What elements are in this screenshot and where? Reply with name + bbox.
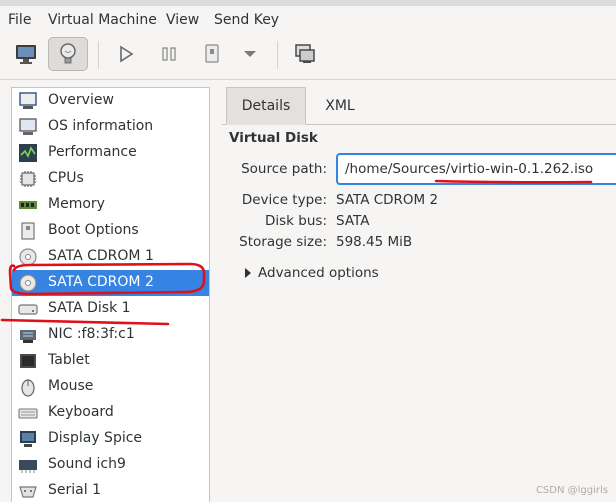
serial-icon	[19, 486, 37, 498]
mouse-icon	[21, 379, 35, 397]
sidebar-item-label: Memory	[48, 196, 105, 212]
menu-file[interactable]: File	[8, 12, 31, 28]
nic-icon	[20, 330, 36, 343]
overview-icon	[19, 92, 37, 109]
toolbar-separator	[277, 41, 278, 69]
os-info-icon	[19, 118, 37, 135]
sidebar-item-tablet[interactable]: Tablet	[12, 348, 209, 374]
storage-size-value: 598.45 MiB	[336, 234, 413, 250]
sidebar-item-label: SATA CDROM 2	[48, 274, 154, 290]
performance-icon	[19, 144, 37, 162]
advanced-options-expander[interactable]: Advanced options	[245, 265, 379, 281]
menu-view[interactable]: View	[166, 12, 199, 28]
sidebar-item-label: Keyboard	[48, 404, 114, 420]
disk-icon	[18, 304, 38, 315]
sidebar-item-label: SATA Disk 1	[48, 300, 131, 316]
details-button[interactable]	[48, 37, 88, 71]
sidebar-item-label: Display Spice	[48, 430, 143, 446]
sidebar-item-label: Serial 1	[48, 482, 101, 498]
screens-button[interactable]	[286, 37, 324, 71]
dropdown-icon	[244, 51, 256, 57]
sidebar-item-label: OS information	[48, 118, 154, 134]
sidebar-item-boot-options[interactable]: Boot Options	[12, 218, 209, 244]
hardware-list: Overview OS information Performance CPUs Mem…	[11, 87, 210, 502]
cpu-icon	[20, 171, 36, 187]
sidebar-item-display-spice[interactable]: Display Spice	[12, 426, 209, 452]
menubar: File Virtual Machine View Send Key	[0, 6, 616, 33]
sidebar-item-label: Tablet	[48, 352, 90, 368]
sidebar-item-sata-cdrom-2[interactable]: SATA CDROM 2	[12, 270, 209, 296]
monitor-icon	[16, 45, 36, 64]
expander-arrow-icon	[245, 268, 251, 278]
screens-icon	[295, 44, 315, 63]
disk-bus-label: Disk bus:	[265, 213, 327, 229]
keyboard-icon	[18, 408, 38, 419]
pane-divider[interactable]	[212, 80, 222, 502]
sidebar-item-serial-1[interactable]: Serial 1	[12, 478, 209, 502]
shutdown-menu-button[interactable]	[232, 37, 268, 71]
pause-button[interactable]	[150, 37, 188, 71]
tab-bar: Details XML	[222, 87, 616, 125]
sidebar-item-sata-cdrom-1[interactable]: SATA CDROM 1	[12, 244, 209, 270]
sidebar-item-nic-f8-3f-c1[interactable]: NIC :f8:3f:c1	[12, 322, 209, 348]
sidebar-item-label: Overview	[48, 92, 114, 108]
sidebar-item-sata-disk-1[interactable]: SATA Disk 1	[12, 296, 209, 322]
memory-icon	[19, 201, 37, 209]
cdrom-icon	[19, 248, 37, 266]
display-icon	[20, 431, 36, 447]
sidebar-item-overview[interactable]: Overview	[12, 88, 209, 114]
source-path-field[interactable]	[336, 153, 616, 185]
sidebar-item-cpus[interactable]: CPUs	[12, 166, 209, 192]
menu-virtual-machine[interactable]: Virtual Machine	[48, 12, 157, 28]
sound-icon	[19, 460, 37, 473]
boot-icon	[21, 222, 35, 240]
device-type-value: SATA CDROM 2	[336, 192, 439, 208]
storage-size-label: Storage size:	[239, 234, 327, 250]
run-button[interactable]	[107, 37, 145, 71]
power-icon	[205, 44, 219, 63]
sidebar-item-memory[interactable]: Memory	[12, 192, 209, 218]
details-panel: Details XML Virtual Disk Source path: De…	[222, 87, 616, 502]
sidebar-item-label: Sound ich9	[48, 456, 126, 472]
sidebar-item-performance[interactable]: Performance	[12, 140, 209, 166]
tab-xml[interactable]: XML	[306, 87, 374, 125]
sidebar-item-label: NIC :f8:3f:c1	[48, 326, 135, 342]
sidebar-item-label: Mouse	[48, 378, 94, 394]
sidebar-item-label: SATA CDROM 1	[48, 248, 154, 264]
menu-send-key[interactable]: Send Key	[214, 12, 279, 28]
sidebar-item-label: Performance	[48, 144, 137, 160]
section-title: Virtual Disk	[229, 130, 318, 146]
sidebar-item-label: CPUs	[48, 170, 84, 186]
sidebar-item-os-information[interactable]: OS information	[12, 114, 209, 140]
sidebar-item-keyboard[interactable]: Keyboard	[12, 400, 209, 426]
console-button[interactable]	[7, 37, 45, 71]
shutdown-button[interactable]	[193, 37, 231, 71]
source-path-label: Source path:	[241, 161, 327, 177]
sidebar-item-sound-ich9[interactable]: Sound ich9	[12, 452, 209, 478]
lightbulb-icon	[60, 43, 76, 64]
advanced-options-label: Advanced options	[258, 265, 379, 281]
sidebar-item-mouse[interactable]: Mouse	[12, 374, 209, 400]
play-icon	[120, 45, 134, 63]
disk-bus-value: SATA	[336, 213, 370, 229]
device-type-label: Device type:	[241, 192, 327, 208]
sidebar-item-label: Boot Options	[48, 222, 139, 238]
cdrom-icon	[19, 274, 37, 292]
watermark: CSDN @lggirls	[535, 485, 608, 496]
toolbar-separator	[98, 41, 99, 69]
toolbar	[0, 33, 616, 80]
tablet-icon	[20, 354, 36, 368]
pause-icon	[162, 47, 176, 61]
tab-details[interactable]: Details	[226, 87, 306, 125]
